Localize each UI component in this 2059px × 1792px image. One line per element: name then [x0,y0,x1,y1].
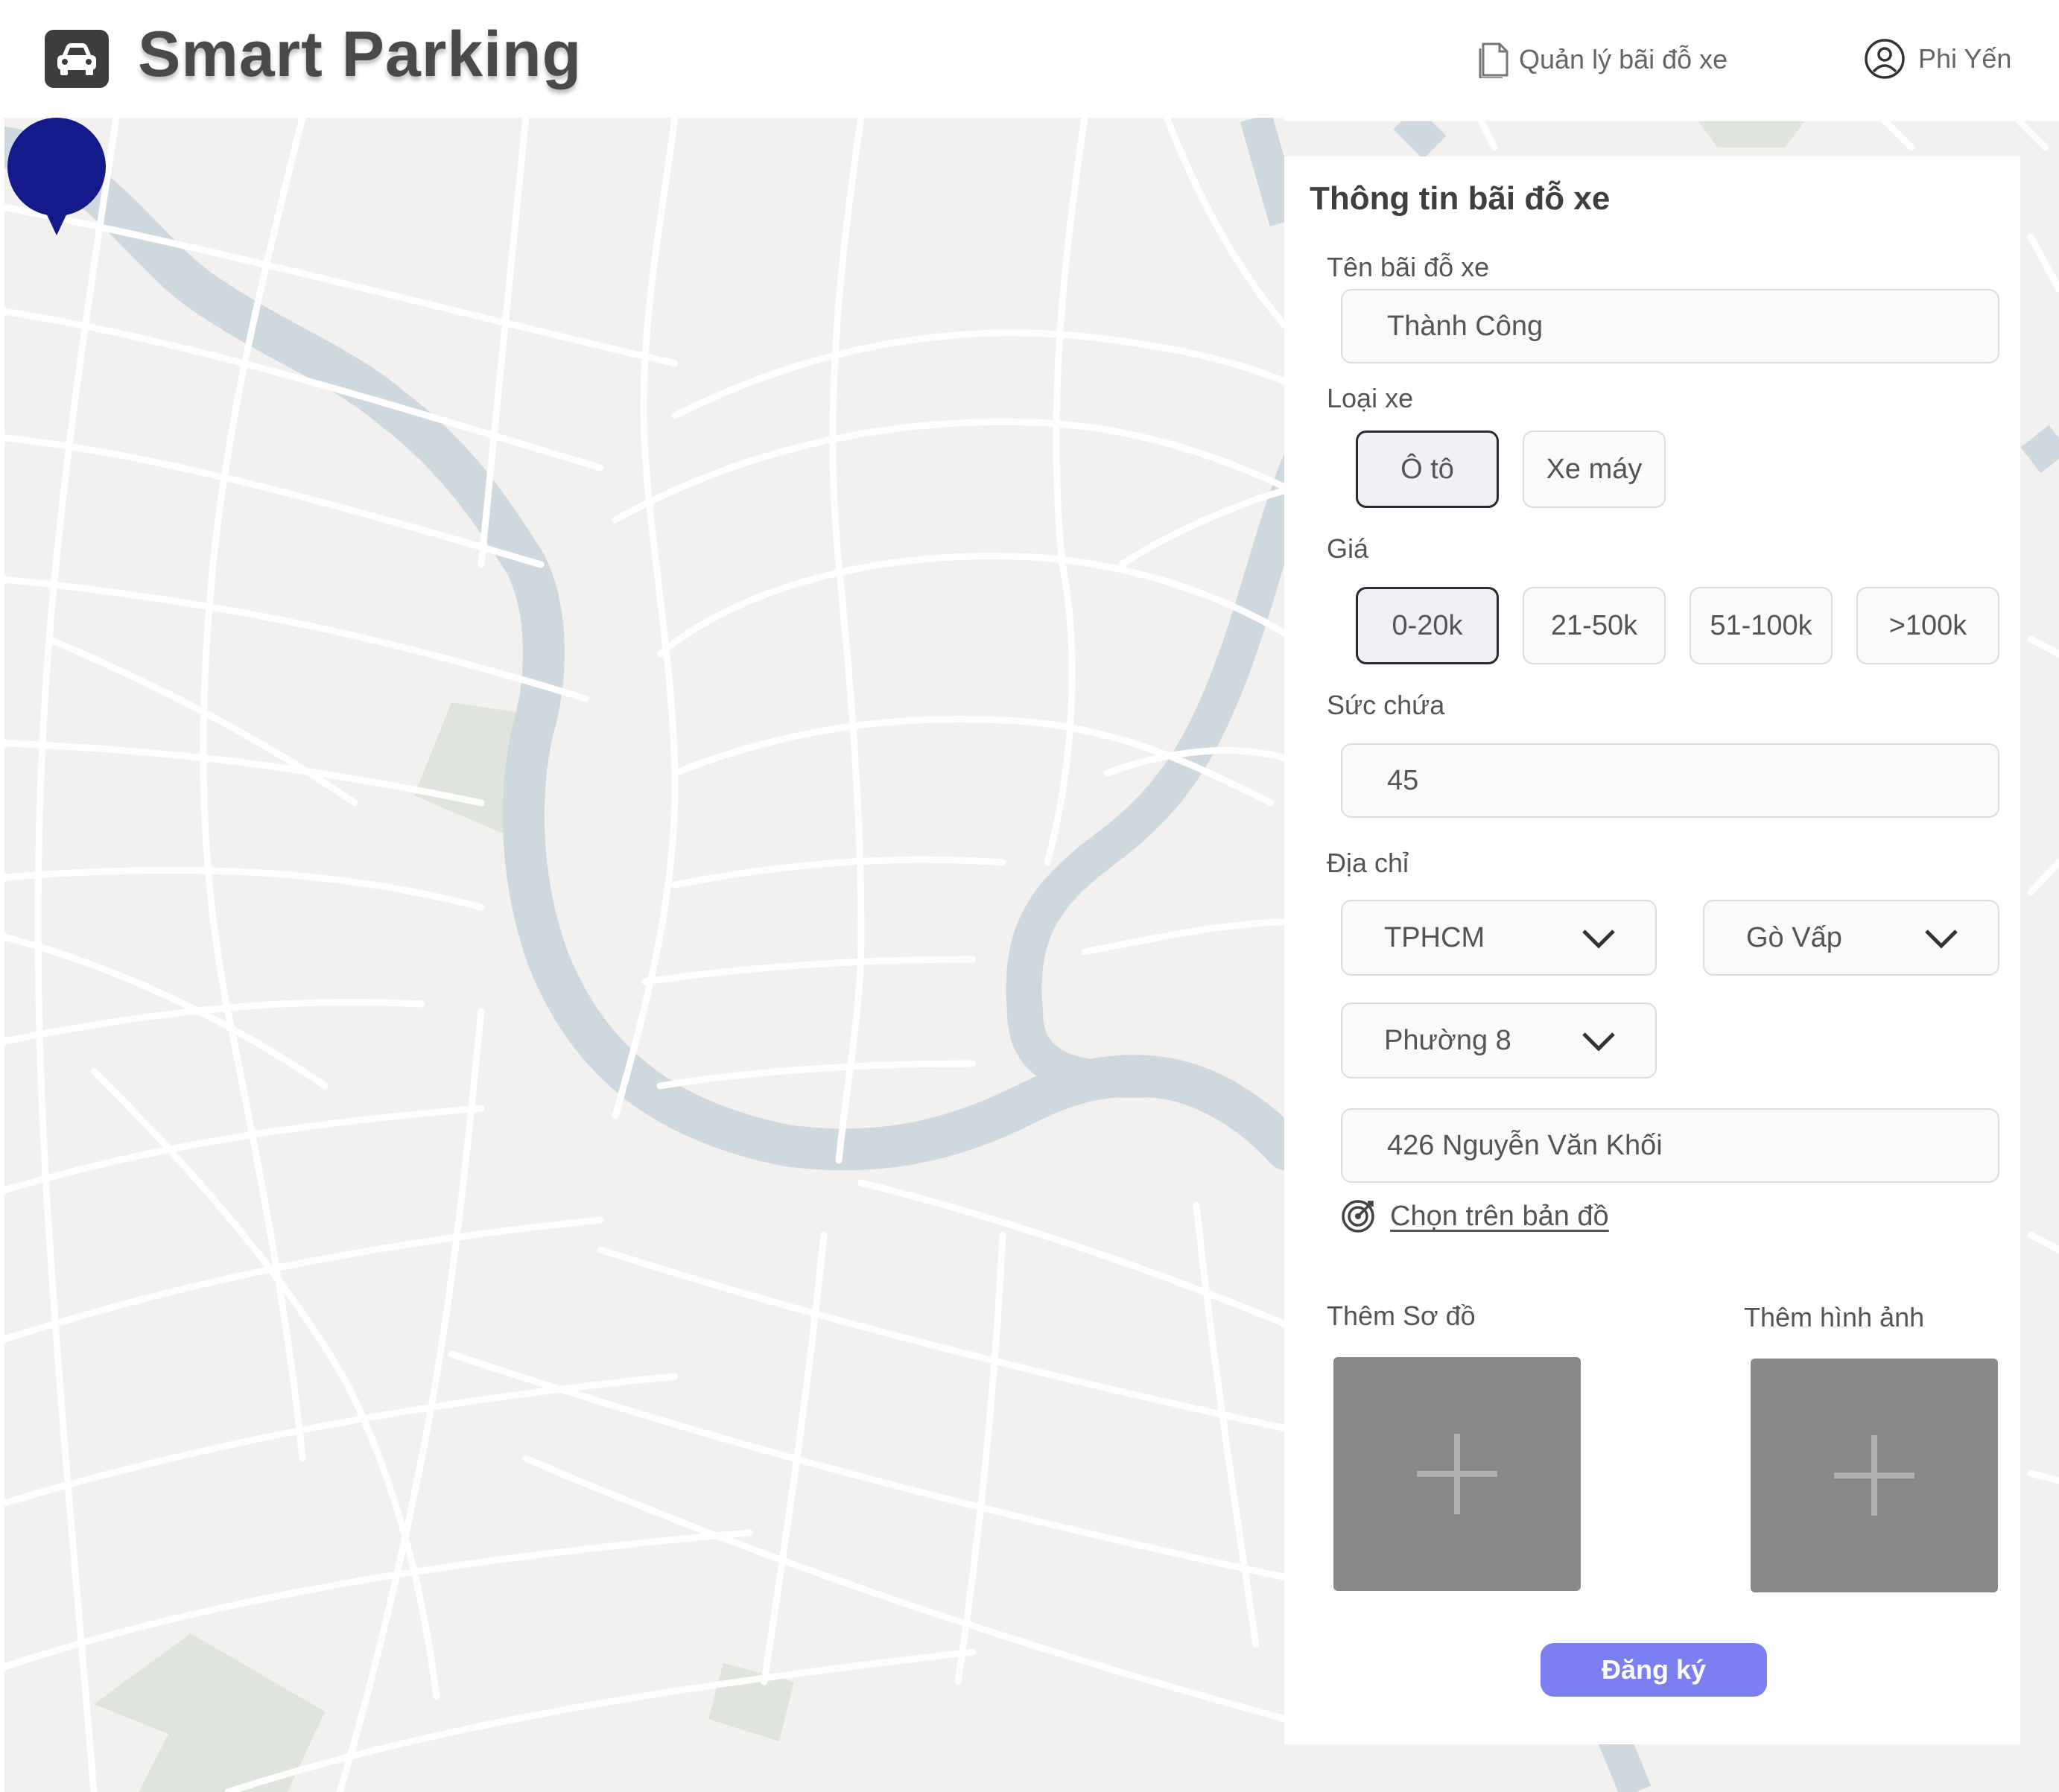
add-image-label: Thêm hình ảnh [1744,1302,1925,1332]
capacity-input[interactable]: 45 [1341,743,1999,818]
city-select-value: TPHCM [1384,921,1485,953]
add-diagram-label: Thêm Sơ đồ [1327,1300,1476,1331]
district-select[interactable]: Gò Vấp [1703,900,1999,976]
chevron-down-icon [1582,930,1615,949]
map-pin-icon[interactable] [4,118,109,241]
plus-icon [1834,1435,1914,1516]
register-button[interactable]: Đăng ký [1541,1643,1767,1697]
price-option-over-100k[interactable]: >100k [1856,587,1999,664]
pick-on-map-link[interactable]: Chọn trên bản đồ [1341,1199,1609,1233]
panel-title: Thông tin bãi đỗ xe [1310,180,1611,217]
street-address-input[interactable]: 426 Nguyễn Văn Khối [1341,1108,1999,1183]
top-header: Smart Parking Quản lý bãi đỗ xe Phi Yến [0,0,2059,118]
capacity-label: Sức chứa [1327,690,1445,720]
chevron-down-icon [1582,1032,1615,1052]
price-label: Giá [1327,533,1369,564]
user-avatar-icon [1865,39,1905,79]
ward-select[interactable]: Phường 8 [1341,1003,1657,1078]
vehicle-option-motorbike[interactable]: Xe máy [1523,430,1666,508]
plus-icon [1417,1434,1497,1514]
chevron-down-icon [1925,930,1958,949]
city-select[interactable]: TPHCM [1341,900,1657,976]
parking-name-label: Tên bãi đỗ xe [1327,252,1490,282]
user-name: Phi Yến [1918,43,2012,74]
car-icon [45,30,109,88]
price-option-0-20k[interactable]: 0-20k [1356,587,1499,664]
document-icon [1479,42,1508,78]
parking-info-panel: Thông tin bãi đỗ xe Tên bãi đỗ xe Thành … [1284,156,2020,1744]
user-menu[interactable]: Phi Yến [1865,37,2011,80]
district-select-value: Gò Vấp [1746,921,1842,953]
vehicle-option-car[interactable]: Ô tô [1356,430,1499,508]
nav-manage-label: Quản lý bãi đỗ xe [1519,44,1728,74]
app-title: Smart Parking [138,19,583,90]
price-option-21-50k[interactable]: 21-50k [1523,587,1666,664]
ward-select-value: Phường 8 [1384,1024,1511,1056]
pick-on-map-label: Chọn trên bản đồ [1390,1200,1609,1232]
add-diagram-upload[interactable] [1333,1357,1581,1591]
price-option-51-100k[interactable]: 51-100k [1690,587,1833,664]
parking-name-input[interactable]: Thành Công [1341,289,1999,363]
address-label: Địa chỉ [1327,848,1409,878]
nav-manage-parking[interactable]: Quản lý bãi đỗ xe [1479,41,1728,78]
target-icon [1342,1200,1374,1233]
add-image-upload[interactable] [1751,1359,1998,1592]
vehicle-type-label: Loại xe [1327,383,1414,413]
